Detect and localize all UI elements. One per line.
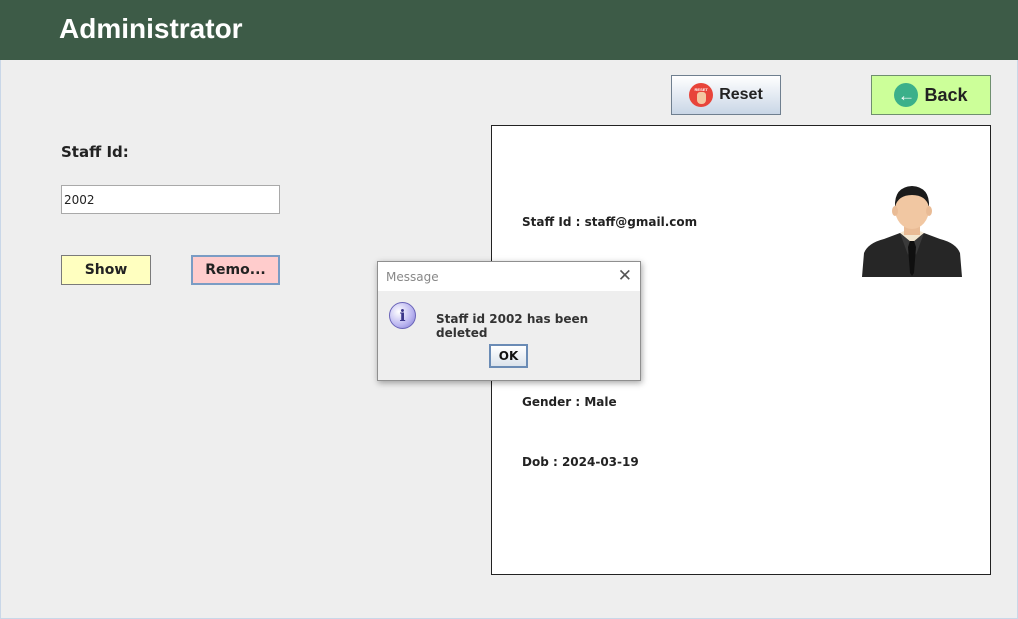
staff-id-detail: Staff Id : staff@gmail.com [522, 215, 698, 229]
dialog-title: Message [386, 270, 439, 284]
ok-button[interactable]: OK [489, 344, 528, 368]
staff-id-label: Staff Id: [61, 143, 129, 161]
info-icon: i [389, 302, 416, 329]
close-icon[interactable]: ✕ [618, 266, 632, 286]
reset-hand-icon: RESET [689, 83, 714, 107]
remove-button[interactable]: Remo... [191, 255, 280, 285]
dialog-titlebar: Message ✕ [378, 262, 640, 291]
back-button-label: Back [924, 84, 968, 105]
arrow-left-icon: ← [894, 83, 919, 107]
staff-dob-detail: Dob : 2024-03-19 [522, 455, 639, 469]
staff-id-input[interactable] [61, 185, 280, 214]
hand-shape [697, 92, 707, 104]
dialog-message: Staff id 2002 has been deleted [436, 312, 589, 340]
reset-button[interactable]: RESET Reset [671, 75, 781, 115]
reset-button-label: Reset [719, 86, 763, 103]
message-dialog: Message ✕ i Staff id 2002 has been delet… [377, 261, 641, 381]
page-title: Administrator [59, 13, 243, 44]
show-button[interactable]: Show [61, 255, 151, 285]
staff-gender-detail: Gender : Male [522, 395, 617, 409]
back-button[interactable]: ← Back [871, 75, 991, 115]
avatar [862, 186, 962, 277]
header-bar: Administrator [0, 0, 1018, 60]
